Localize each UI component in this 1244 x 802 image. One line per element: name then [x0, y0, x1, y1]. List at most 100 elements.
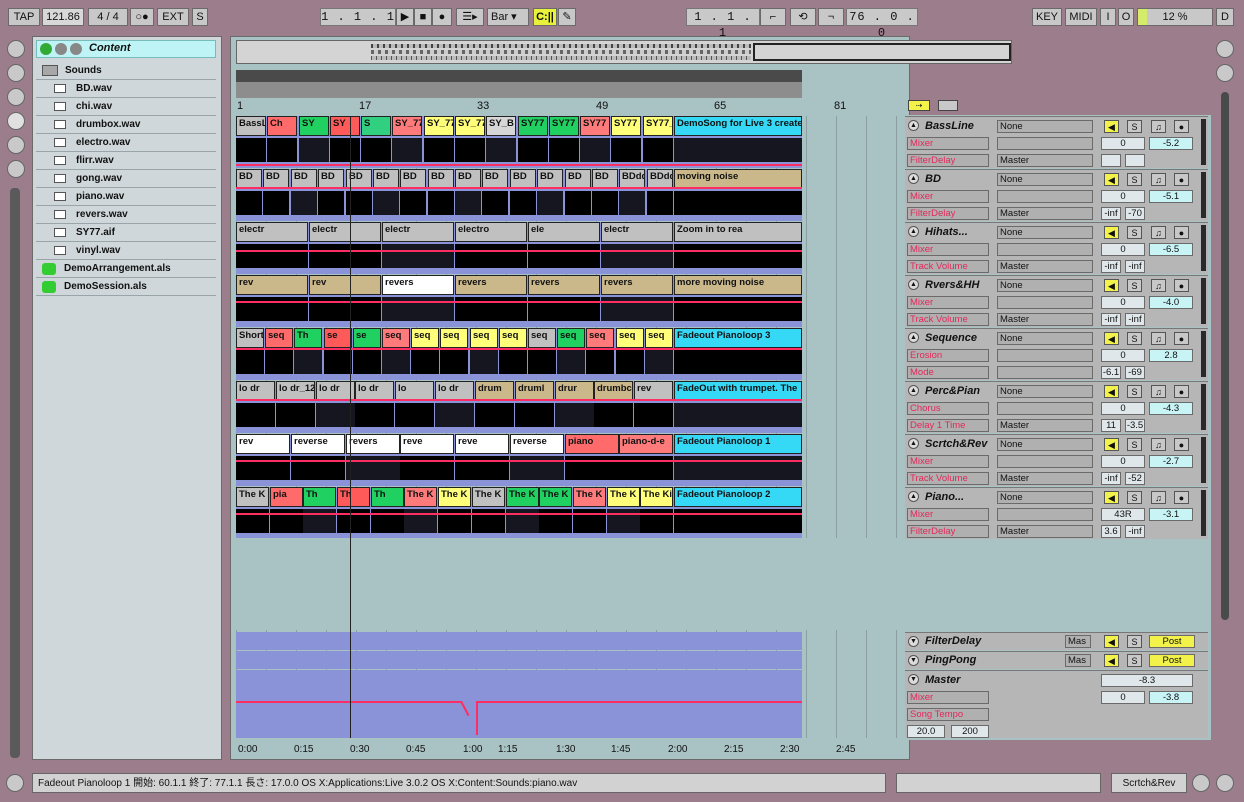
output-dropdown[interactable] — [997, 366, 1093, 379]
clip-header[interactable]: seq — [382, 328, 410, 348]
clip-waveform[interactable] — [674, 350, 802, 374]
clip-header[interactable]: BD — [373, 169, 399, 189]
clip-header[interactable]: SY77_D — [643, 116, 673, 136]
monitor-icon[interactable]: ♫ — [1151, 173, 1166, 186]
clip-waveform[interactable] — [267, 138, 297, 162]
input-dropdown[interactable]: None — [997, 438, 1093, 451]
device-icon[interactable] — [7, 136, 25, 154]
browser-toggle-icon[interactable] — [7, 40, 25, 58]
solo-button[interactable]: S — [1127, 226, 1142, 239]
clip-header[interactable]: Short — [236, 328, 264, 348]
output-dropdown[interactable]: Master — [997, 260, 1093, 273]
clip-waveform[interactable] — [645, 350, 673, 374]
clip-header[interactable]: seq — [265, 328, 293, 348]
track-name[interactable]: Scrtch&Rev — [925, 438, 987, 450]
collapse-icon[interactable]: ▼ — [908, 655, 919, 666]
clip-header[interactable]: revers — [346, 434, 400, 454]
loop-brace[interactable] — [236, 70, 802, 82]
pan-field[interactable]: -6.5 — [1149, 243, 1193, 256]
clip-header[interactable]: drum — [475, 381, 514, 401]
clip-header[interactable]: rev — [236, 275, 308, 295]
clip-waveform[interactable] — [580, 138, 610, 162]
clip-header[interactable]: SY77 — [518, 116, 548, 136]
file-browser-icon[interactable] — [7, 112, 25, 130]
record-button[interactable]: ● — [432, 8, 452, 26]
collapse-icon[interactable]: ▲ — [908, 385, 919, 396]
loop-region[interactable] — [236, 82, 802, 98]
volume-field[interactable]: 0 — [1101, 402, 1145, 415]
clip-header[interactable]: BD — [592, 169, 618, 189]
clip-header[interactable]: The K — [506, 487, 539, 507]
clip-header[interactable]: BD — [263, 169, 289, 189]
solo-button[interactable]: S — [1127, 173, 1142, 186]
arm-record-button[interactable]: ● — [1174, 332, 1189, 345]
punch-in-icon[interactable]: ⌐ — [760, 8, 786, 26]
track-name[interactable]: Sequence — [925, 332, 977, 344]
clip-header[interactable]: revers — [455, 275, 527, 295]
clip-waveform[interactable] — [330, 138, 360, 162]
master-pan[interactable]: -3.8 — [1149, 691, 1193, 704]
max-field[interactable]: 200 — [951, 725, 989, 738]
input-channel-dropdown[interactable] — [997, 402, 1093, 415]
clip-waveform[interactable] — [435, 403, 474, 427]
clip-header[interactable]: seq — [616, 328, 644, 348]
file-item[interactable]: chi.wav — [36, 98, 216, 116]
bar-ruler[interactable]: 1 17 33 49 65 81 — [236, 100, 902, 114]
clip-header[interactable]: BD — [565, 169, 591, 189]
drum-icon[interactable] — [1192, 774, 1210, 792]
clip-waveform[interactable] — [647, 191, 673, 215]
clip-waveform[interactable] — [515, 403, 554, 427]
clip-waveform[interactable] — [674, 191, 802, 215]
file-item[interactable]: BD.wav — [36, 80, 216, 98]
input-dropdown[interactable]: None — [997, 385, 1093, 398]
output-dropdown[interactable]: Master — [997, 472, 1093, 485]
input-channel-dropdown[interactable] — [997, 349, 1093, 362]
clip-header[interactable]: DemoSong for Live 3 created — [674, 116, 802, 136]
clip-header[interactable]: se — [324, 328, 352, 348]
input-channel-dropdown[interactable] — [997, 508, 1093, 521]
clip-header[interactable]: seq — [470, 328, 498, 348]
file-item[interactable]: SY77.aif — [36, 224, 216, 242]
file-item[interactable]: flirr.wav — [36, 152, 216, 170]
plugin-icon[interactable] — [7, 88, 25, 106]
clip-waveform[interactable] — [395, 403, 434, 427]
drop-area[interactable] — [236, 538, 902, 630]
clip-header[interactable]: BD — [537, 169, 563, 189]
clip-header[interactable]: electr — [382, 222, 454, 242]
clip-header[interactable]: BDdddd — [647, 169, 673, 189]
disk-icon[interactable] — [7, 160, 25, 178]
clip-waveform[interactable] — [236, 350, 264, 374]
input-channel-dropdown[interactable] — [997, 137, 1093, 150]
clip-header[interactable]: revers — [601, 275, 673, 295]
master-device-dropdown[interactable]: Mixer — [907, 691, 989, 704]
clip-waveform[interactable] — [353, 350, 381, 374]
clip-waveform[interactable] — [355, 403, 394, 427]
clip-waveform[interactable] — [373, 191, 399, 215]
speaker-icon[interactable]: ◀ — [1104, 635, 1119, 648]
collapse-icon[interactable]: ▲ — [908, 226, 919, 237]
monitor-icon[interactable]: ♫ — [1151, 279, 1166, 292]
speaker-icon[interactable]: ◀ — [1104, 226, 1119, 239]
quantize-dropdown[interactable]: Bar ▾ — [487, 8, 529, 26]
clip-waveform[interactable] — [236, 191, 262, 215]
min-field[interactable]: 20.0 — [907, 725, 945, 738]
clip-header[interactable]: The K — [607, 487, 640, 507]
clip-waveform[interactable] — [236, 244, 308, 268]
clip-header[interactable]: SY77 — [580, 116, 610, 136]
track-lane[interactable]: rev rev revers revers revers revers more movin… — [236, 275, 802, 327]
refresh-icon[interactable] — [7, 64, 25, 82]
arm-record-button[interactable]: ● — [1174, 438, 1189, 451]
input-channel-dropdown[interactable] — [997, 190, 1093, 203]
input-channel-dropdown[interactable] — [997, 455, 1093, 468]
clip-header[interactable]: Fadeout Pianoloop 1 — [674, 434, 802, 454]
overdub-icon[interactable]: ☰▸ — [456, 8, 484, 26]
param-dropdown[interactable]: Track Volume — [907, 472, 989, 485]
session-view-icon[interactable] — [1216, 774, 1234, 792]
clip-header[interactable]: se — [353, 328, 381, 348]
lock-envelope-button[interactable] — [938, 100, 958, 111]
clip-waveform[interactable] — [411, 350, 439, 374]
solo-button[interactable]: S — [1127, 279, 1142, 292]
clip-header[interactable]: BD — [510, 169, 536, 189]
clip-waveform[interactable] — [611, 138, 641, 162]
clip-header[interactable]: SY77 — [611, 116, 641, 136]
